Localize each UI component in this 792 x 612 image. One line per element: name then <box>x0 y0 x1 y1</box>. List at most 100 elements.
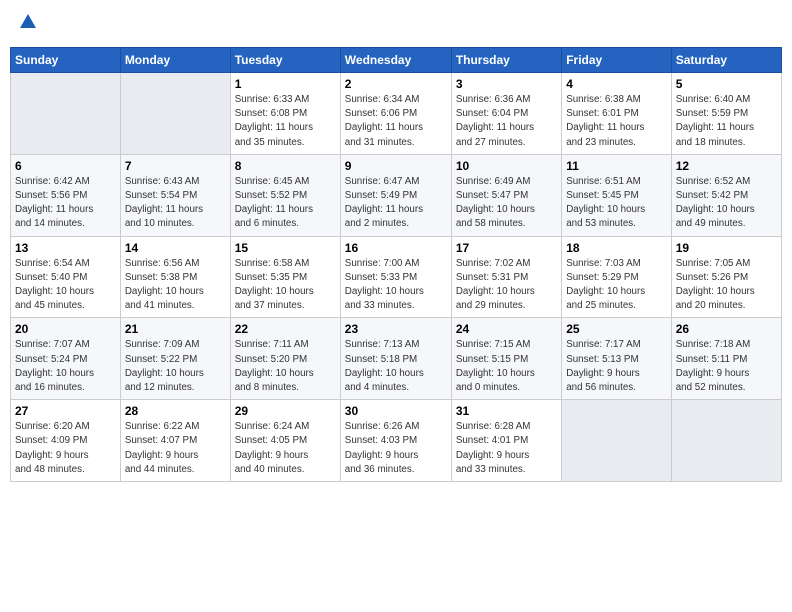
day-info: Sunrise: 7:11 AM Sunset: 5:20 PM Dayligh… <box>235 338 336 395</box>
day-info: Sunrise: 7:05 AM Sunset: 5:26 PM Dayligh… <box>676 257 777 314</box>
day-info: Sunrise: 7:17 AM Sunset: 5:13 PM Dayligh… <box>566 338 667 395</box>
day-number: 5 <box>676 77 777 91</box>
calendar-day-cell <box>120 73 230 155</box>
day-number: 31 <box>456 404 557 418</box>
calendar-day-cell: 14Sunrise: 6:56 AM Sunset: 5:38 PM Dayli… <box>120 236 230 318</box>
day-info: Sunrise: 7:03 AM Sunset: 5:29 PM Dayligh… <box>566 257 667 314</box>
weekday-header: Monday <box>120 48 230 73</box>
calendar-day-cell: 8 Sunrise: 6:45 AM Sunset: 5:52 PM Daylig… <box>230 154 340 236</box>
calendar-day-cell: 18 Sunrise: 7:03 AM Sunset: 5:29 PM Dayli… <box>562 236 672 318</box>
day-info: Sunrise: 6:28 AM Sunset: 4:01 PM Dayligh… <box>456 420 557 477</box>
day-info: Sunrise: 6:45 AM Sunset: 5:52 PM Dayligh… <box>235 175 336 232</box>
day-number: 28 <box>125 404 226 418</box>
day-info: Sunrise: 6:24 AM Sunset: 4:05 PM Dayligh… <box>235 420 336 477</box>
day-info: Sunrise: 6:40 AM Sunset: 5:59 PM Dayligh… <box>676 93 777 150</box>
weekday-header: Sunday <box>11 48 121 73</box>
calendar-day-cell <box>562 400 672 482</box>
calendar-week-row: 13 Sunrise: 6:54 AM Sunset: 5:40 PM Dayli… <box>11 236 782 318</box>
day-number: 17 <box>456 241 557 255</box>
day-info: Sunrise: 6:26 AM Sunset: 4:03 PM Dayligh… <box>345 420 447 477</box>
calendar-table: SundayMondayTuesdayWednesdayThursdayFrid… <box>10 47 782 482</box>
day-number: 18 <box>566 241 667 255</box>
calendar-day-cell: 21 Sunrise: 7:09 AM Sunset: 5:22 PM Dayli… <box>120 318 230 400</box>
day-number: 7 <box>125 159 226 173</box>
calendar-day-cell: 29 Sunrise: 6:24 AM Sunset: 4:05 PM Dayli… <box>230 400 340 482</box>
day-info: Sunrise: 6:49 AM Sunset: 5:47 PM Dayligh… <box>456 175 557 232</box>
calendar-day-cell: 16 Sunrise: 7:00 AM Sunset: 5:33 PM Dayli… <box>340 236 451 318</box>
day-info: Sunrise: 7:13 AM Sunset: 5:18 PM Dayligh… <box>345 338 447 395</box>
day-number: 8 <box>235 159 336 173</box>
weekday-header: Wednesday <box>340 48 451 73</box>
calendar-header-row: SundayMondayTuesdayWednesdayThursdayFrid… <box>11 48 782 73</box>
calendar-day-cell: 20 Sunrise: 7:07 AM Sunset: 5:24 PM Dayli… <box>11 318 121 400</box>
day-number: 19 <box>676 241 777 255</box>
day-info: Sunrise: 6:51 AM Sunset: 5:45 PM Dayligh… <box>566 175 667 232</box>
calendar-day-cell: 30 Sunrise: 6:26 AM Sunset: 4:03 PM Dayli… <box>340 400 451 482</box>
day-info: Sunrise: 6:22 AM Sunset: 4:07 PM Dayligh… <box>125 420 226 477</box>
day-number: 10 <box>456 159 557 173</box>
calendar-day-cell: 9Sunrise: 6:47 AM Sunset: 5:49 PM Daylig… <box>340 154 451 236</box>
calendar-day-cell: 13 Sunrise: 6:54 AM Sunset: 5:40 PM Dayli… <box>11 236 121 318</box>
day-info: Sunrise: 6:38 AM Sunset: 6:01 PM Dayligh… <box>566 93 667 150</box>
page-header <box>10 10 782 39</box>
day-number: 12 <box>676 159 777 173</box>
weekday-header: Friday <box>562 48 672 73</box>
calendar-day-cell: 31 Sunrise: 6:28 AM Sunset: 4:01 PM Dayli… <box>451 400 561 482</box>
day-number: 9 <box>345 159 447 173</box>
day-info: Sunrise: 7:18 AM Sunset: 5:11 PM Dayligh… <box>676 338 777 395</box>
calendar-day-cell: 17 Sunrise: 7:02 AM Sunset: 5:31 PM Dayli… <box>451 236 561 318</box>
calendar-day-cell: 15 Sunrise: 6:58 AM Sunset: 5:35 PM Dayli… <box>230 236 340 318</box>
day-number: 23 <box>345 322 447 336</box>
calendar-day-cell: 5 Sunrise: 6:40 AM Sunset: 5:59 PM Daylig… <box>671 73 781 155</box>
day-number: 13 <box>15 241 116 255</box>
day-number: 16 <box>345 241 447 255</box>
day-number: 27 <box>15 404 116 418</box>
calendar-day-cell: 19 Sunrise: 7:05 AM Sunset: 5:26 PM Dayli… <box>671 236 781 318</box>
day-number: 24 <box>456 322 557 336</box>
calendar-day-cell: 7 Sunrise: 6:43 AM Sunset: 5:54 PM Daylig… <box>120 154 230 236</box>
calendar-day-cell: 11 Sunrise: 6:51 AM Sunset: 5:45 PM Dayli… <box>562 154 672 236</box>
calendar-day-cell: 6 Sunrise: 6:42 AM Sunset: 5:56 PM Daylig… <box>11 154 121 236</box>
day-number: 30 <box>345 404 447 418</box>
day-info: Sunrise: 7:02 AM Sunset: 5:31 PM Dayligh… <box>456 257 557 314</box>
day-info: Sunrise: 6:52 AM Sunset: 5:42 PM Dayligh… <box>676 175 777 232</box>
day-info: Sunrise: 6:42 AM Sunset: 5:56 PM Dayligh… <box>15 175 116 232</box>
calendar-day-cell: 2Sunrise: 6:34 AM Sunset: 6:06 PM Daylig… <box>340 73 451 155</box>
calendar-day-cell: 10 Sunrise: 6:49 AM Sunset: 5:47 PM Dayli… <box>451 154 561 236</box>
day-info: Sunrise: 7:15 AM Sunset: 5:15 PM Dayligh… <box>456 338 557 395</box>
calendar-day-cell: 1Sunrise: 6:33 AM Sunset: 6:08 PM Daylig… <box>230 73 340 155</box>
day-info: Sunrise: 6:34 AM Sunset: 6:06 PM Dayligh… <box>345 93 447 150</box>
day-info: Sunrise: 7:09 AM Sunset: 5:22 PM Dayligh… <box>125 338 226 395</box>
day-info: Sunrise: 6:43 AM Sunset: 5:54 PM Dayligh… <box>125 175 226 232</box>
day-info: Sunrise: 6:20 AM Sunset: 4:09 PM Dayligh… <box>15 420 116 477</box>
logo <box>18 14 36 35</box>
calendar-day-cell <box>11 73 121 155</box>
calendar-day-cell: 26 Sunrise: 7:18 AM Sunset: 5:11 PM Dayli… <box>671 318 781 400</box>
day-info: Sunrise: 7:00 AM Sunset: 5:33 PM Dayligh… <box>345 257 447 314</box>
day-number: 21 <box>125 322 226 336</box>
day-number: 20 <box>15 322 116 336</box>
calendar-day-cell: 22 Sunrise: 7:11 AM Sunset: 5:20 PM Dayli… <box>230 318 340 400</box>
day-number: 6 <box>15 159 116 173</box>
day-info: Sunrise: 7:07 AM Sunset: 5:24 PM Dayligh… <box>15 338 116 395</box>
weekday-header: Tuesday <box>230 48 340 73</box>
day-number: 25 <box>566 322 667 336</box>
logo-triangle-icon <box>20 14 36 33</box>
day-number: 14 <box>125 241 226 255</box>
weekday-header: Thursday <box>451 48 561 73</box>
calendar-day-cell: 28 Sunrise: 6:22 AM Sunset: 4:07 PM Dayli… <box>120 400 230 482</box>
day-info: Sunrise: 6:54 AM Sunset: 5:40 PM Dayligh… <box>15 257 116 314</box>
day-number: 29 <box>235 404 336 418</box>
calendar-week-row: 27 Sunrise: 6:20 AM Sunset: 4:09 PM Dayli… <box>11 400 782 482</box>
weekday-header: Saturday <box>671 48 781 73</box>
day-info: Sunrise: 6:36 AM Sunset: 6:04 PM Dayligh… <box>456 93 557 150</box>
day-number: 11 <box>566 159 667 173</box>
calendar-day-cell: 12 Sunrise: 6:52 AM Sunset: 5:42 PM Dayli… <box>671 154 781 236</box>
calendar-day-cell: 27 Sunrise: 6:20 AM Sunset: 4:09 PM Dayli… <box>11 400 121 482</box>
day-number: 15 <box>235 241 336 255</box>
calendar-day-cell <box>671 400 781 482</box>
day-number: 22 <box>235 322 336 336</box>
day-number: 26 <box>676 322 777 336</box>
calendar-day-cell: 3Sunrise: 6:36 AM Sunset: 6:04 PM Daylig… <box>451 73 561 155</box>
day-info: Sunrise: 6:58 AM Sunset: 5:35 PM Dayligh… <box>235 257 336 314</box>
